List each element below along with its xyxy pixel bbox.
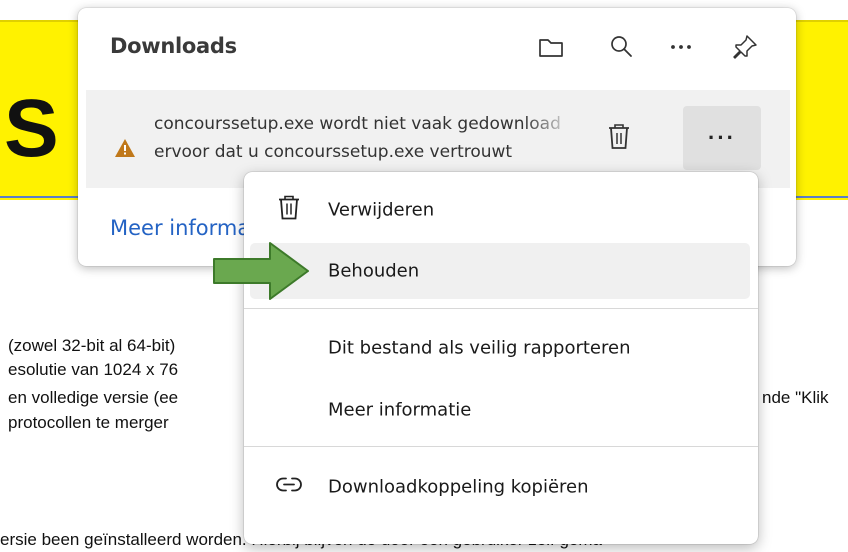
- delete-icon[interactable]: [604, 120, 634, 154]
- page-text-line: esolutie van 1024 x 76: [8, 360, 179, 379]
- download-warning-line2: ervoor dat u concourssetup.exe vertrouwt: [154, 142, 513, 162]
- search-icon[interactable]: [606, 32, 636, 62]
- green-arrow-icon: [212, 240, 312, 302]
- trash-icon: [276, 194, 302, 227]
- page-text-fragment: nde "Klik: [762, 388, 829, 407]
- page-text-line: en volledige versie (ee: [8, 388, 179, 407]
- menu-item-more-info[interactable]: Meer informatie: [250, 382, 750, 438]
- download-warning-line1: concourssetup.exe wordt niet vaak gedown…: [154, 114, 561, 134]
- menu-item-label: Downloadkoppeling kopiëren: [328, 476, 589, 498]
- page-text-line: protocollen te merger: [8, 413, 169, 432]
- menu-item-report-safe[interactable]: Dit bestand als veilig rapporteren: [250, 320, 750, 376]
- page-text-line: (zowel 32-bit al 64-bit): [8, 336, 176, 355]
- link-icon: [276, 475, 302, 500]
- item-more-button[interactable]: ···: [683, 106, 761, 170]
- banner-logo-letter: S: [4, 83, 59, 174]
- menu-item-label: Verwijderen: [328, 199, 435, 221]
- menu-separator: [244, 308, 758, 309]
- menu-item-label: Dit bestand als veilig rapporteren: [328, 337, 631, 359]
- warning-icon: [114, 138, 136, 158]
- menu-item-keep[interactable]: Behouden: [250, 243, 750, 299]
- menu-item-delete[interactable]: Verwijderen: [250, 182, 750, 238]
- pin-icon[interactable]: [730, 32, 760, 62]
- panel-title: Downloads: [110, 34, 237, 58]
- folder-icon[interactable]: [536, 32, 566, 62]
- menu-separator: [244, 446, 758, 447]
- menu-item-copy-link[interactable]: Downloadkoppeling kopiëren: [250, 459, 750, 515]
- download-context-menu: Verwijderen Behouden Dit bestand als vei…: [244, 172, 758, 544]
- menu-item-label: Behouden: [328, 260, 420, 282]
- more-options-icon[interactable]: [666, 32, 696, 62]
- menu-item-label: Meer informatie: [328, 399, 472, 421]
